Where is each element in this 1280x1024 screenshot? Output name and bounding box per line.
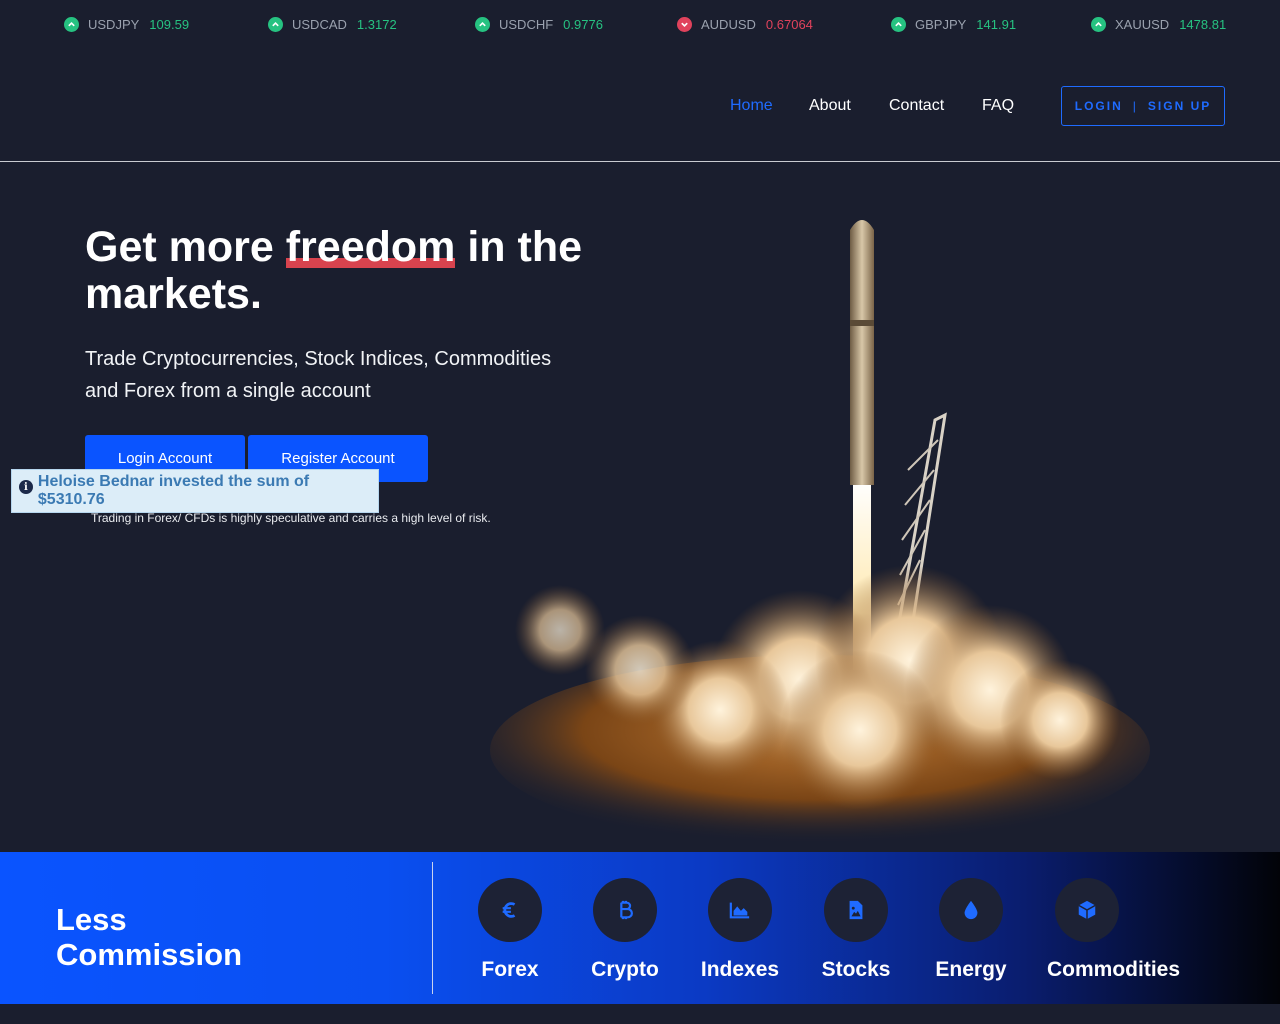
arrow-up-icon (64, 17, 79, 32)
band-divider (432, 862, 433, 994)
ticker-item: USDJPY 109.59 (64, 17, 189, 32)
ticker-item: AUDUSD 0.67064 (677, 17, 813, 32)
risk-disclaimer: Trading in Forex/ CFDs is highly specula… (91, 511, 491, 525)
category-indexes[interactable]: Indexes (675, 878, 805, 982)
nav-contact-link[interactable]: Contact (889, 97, 944, 115)
nav-home-link[interactable]: Home (730, 97, 773, 115)
arrow-up-icon (475, 17, 490, 32)
arrow-up-icon (1091, 17, 1106, 32)
hero-title-highlight: freedom (285, 223, 456, 271)
signup-link[interactable]: SIGN UP (1148, 99, 1211, 113)
category-label: Stocks (821, 958, 891, 981)
ticker-bar: USDJPY 109.59 USDCAD 1.3172 USDCHF 0.977… (0, 0, 1280, 50)
ticker-symbol: XAUUSD (1115, 17, 1170, 32)
droplet-icon (939, 878, 1003, 942)
ticker-item: USDCHF 0.9776 (475, 17, 603, 32)
document-image-icon (824, 878, 888, 942)
ticker-symbol: USDCAD (292, 17, 347, 32)
login-link[interactable]: LOGIN (1075, 99, 1123, 113)
ticker-symbol: GBPJPY (915, 17, 967, 32)
category-commodities[interactable]: Commodities (1047, 878, 1181, 982)
ticker-value: 109.59 (149, 17, 190, 32)
ticker-value: 0.9776 (563, 17, 603, 32)
band-title: Less Commission (56, 902, 243, 972)
ticker-item: GBPJPY 141.91 (891, 17, 1016, 32)
hero-subtitle: Trade Cryptocurrencies, Stock Indices, C… (85, 348, 552, 402)
auth-button-group: LOGIN | SIGN UP (1061, 86, 1225, 126)
area-chart-icon (708, 878, 772, 942)
toast-message: Heloise Bednar invested the sum of $5310… (37, 473, 310, 508)
category-label: Crypto (591, 958, 659, 981)
category-forex[interactable]: Forex (445, 878, 575, 982)
category-label: Commodities (1047, 958, 1181, 981)
commission-band: Less Commission Forex Crypto Indexes Sto… (0, 852, 1280, 1004)
hero-title-start: Get more (85, 223, 286, 271)
cube-icon (1055, 878, 1119, 942)
category-label: Energy (935, 958, 1007, 981)
category-label: Forex (481, 958, 539, 981)
nav-divider (0, 161, 1280, 162)
investment-toast[interactable]: i Heloise Bednar invested the sum of $53… (11, 469, 379, 513)
ticker-item: XAUUSD 1478.81 (1091, 17, 1226, 32)
ticker-value: 0.67064 (765, 17, 813, 32)
category-stocks[interactable]: Stocks (791, 878, 921, 982)
info-icon: i (19, 480, 33, 494)
arrow-down-icon (677, 17, 692, 32)
main-nav: Home About Contact FAQ LOGIN | SIGN UP (0, 86, 1280, 126)
ticker-value: 141.91 (976, 17, 1017, 32)
ticker-symbol: AUDUSD (701, 17, 756, 32)
arrow-up-icon (891, 17, 906, 32)
auth-separator: | (1132, 99, 1138, 113)
category-crypto[interactable]: Crypto (560, 878, 690, 982)
category-label: Indexes (700, 958, 780, 981)
arrow-up-icon (268, 17, 283, 32)
ticker-value: 1478.81 (1179, 17, 1227, 32)
ticker-item: USDCAD 1.3172 (268, 17, 397, 32)
nav-faq-link[interactable]: FAQ (982, 97, 1014, 115)
page-footer-strip (0, 1004, 1280, 1024)
bitcoin-icon (593, 878, 657, 942)
nav-about-link[interactable]: About (809, 97, 851, 115)
category-energy[interactable]: Energy (906, 878, 1036, 982)
ticker-value: 1.3172 (356, 17, 397, 32)
hero-title: Get more freedom in the markets. (85, 224, 605, 318)
euro-icon (478, 878, 542, 942)
hero-title-highlight-text: freedom (285, 223, 456, 271)
ticker-symbol: USDCHF (499, 17, 554, 32)
ticker-symbol: USDJPY (88, 17, 140, 32)
